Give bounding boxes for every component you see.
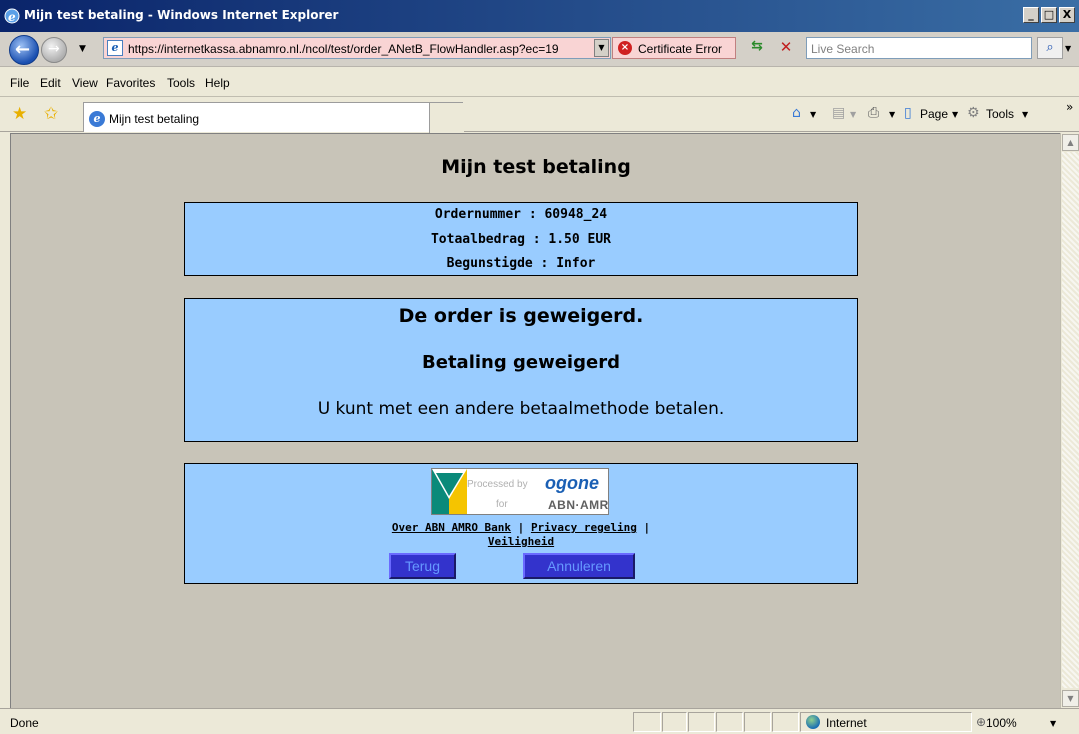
address-toolbar: ▼ e https://internetkassa.abnamro.nl./nc… <box>0 32 1079 67</box>
refresh-icon[interactable]: ⇆ <box>745 38 769 58</box>
order-beneficiary: Begunstigde : Infor <box>446 256 596 271</box>
footer-panel: Processed by ogone for ABN·AMRO Over ABN… <box>184 463 858 584</box>
back-button[interactable] <box>9 35 39 65</box>
minimize-button[interactable]: _ <box>1023 7 1039 23</box>
page-title: Mijn test betaling <box>441 156 631 178</box>
print-dropdown-icon[interactable]: ▼ <box>889 110 895 119</box>
result-heading: De order is geweigerd. <box>398 305 644 327</box>
back-link-button[interactable]: Terug <box>389 553 456 579</box>
scroll-up-icon[interactable]: ▲ <box>1062 134 1079 151</box>
close-button[interactable]: X <box>1059 7 1075 23</box>
page-viewport: Mijn test betaling Ordernummer : 60948_2… <box>10 133 1060 708</box>
internet-globe-icon <box>806 715 820 729</box>
cancel-button[interactable]: Annuleren <box>523 553 635 579</box>
security-link[interactable]: Veiligheid <box>488 535 554 548</box>
address-dropdown-icon[interactable]: ▼ <box>594 39 609 57</box>
link-separator: | <box>511 521 531 534</box>
gear-icon: ⚙ <box>967 105 980 121</box>
link-separator: | <box>636 521 651 534</box>
order-details-panel: Ordernummer : 60948_24 Totaalbedrag : 1.… <box>184 202 858 276</box>
zoom-level[interactable]: 100% <box>986 716 1017 730</box>
status-pane <box>716 712 743 732</box>
status-pane <box>662 712 687 732</box>
order-number: Ordernummer : 60948_24 <box>434 207 608 222</box>
privacy-link[interactable]: Privacy regeling <box>531 521 637 534</box>
ie-logo-icon: e <box>3 7 21 25</box>
logo-for: for <box>496 499 508 510</box>
zoom-dropdown-icon[interactable]: ▼ <box>1050 719 1056 728</box>
status-text: Done <box>10 716 39 730</box>
menu-tools[interactable]: Tools <box>167 76 195 90</box>
zoom-icon[interactable]: ⊕ <box>976 715 986 729</box>
logo-ogone: ogone <box>545 473 599 493</box>
menu-help[interactable]: Help <box>205 76 230 90</box>
status-bar: Done Internet ⊕ 100% ▼ <box>0 708 1079 734</box>
home-dropdown-icon[interactable]: ▼ <box>810 110 816 119</box>
menu-edit[interactable]: Edit <box>40 76 61 90</box>
page-dropdown-icon[interactable]: ▼ <box>952 110 958 119</box>
tab-title: Mijn test betaling <box>109 112 200 126</box>
svg-text:e: e <box>8 10 16 24</box>
menu-favorites[interactable]: Favorites <box>106 76 155 90</box>
window-title: Mijn test betaling - Windows Internet Ex… <box>24 8 339 22</box>
page-menu-icon: ▯ <box>904 105 912 121</box>
certificate-error-button[interactable]: × Certificate Error <box>612 37 736 59</box>
order-total: Totaalbedrag : 1.50 EUR <box>430 232 611 247</box>
stop-icon[interactable]: ✕ <box>775 38 797 58</box>
favorites-star-icon[interactable]: ★ <box>12 104 27 124</box>
logo-abn-amro: ABN·AMRO <box>548 498 609 512</box>
menu-view[interactable]: View <box>72 76 98 90</box>
status-pane <box>744 712 771 732</box>
tab-current[interactable]: e Mijn test betaling <box>83 102 464 133</box>
status-pane <box>772 712 799 732</box>
home-icon[interactable]: ⌂ <box>792 105 801 121</box>
new-tab-button[interactable] <box>429 103 464 133</box>
address-field[interactable]: e https://internetkassa.abnamro.nl./ncol… <box>103 37 611 59</box>
print-icon[interactable]: ⎙ <box>868 105 879 121</box>
abnamro-shield-icon <box>432 469 467 514</box>
about-abnamro-link[interactable]: Over ABN AMRO Bank <box>392 521 511 534</box>
scroll-track[interactable] <box>1062 152 1079 688</box>
page-menu[interactable]: Page <box>920 107 948 121</box>
feeds-dropdown-icon[interactable]: ▼ <box>850 110 856 119</box>
result-message: U kunt met een andere betaalmethode beta… <box>317 399 725 419</box>
chevron-more-icon[interactable]: » <box>1066 100 1073 114</box>
footer-links: Over ABN AMRO Bank | Privacy regeling | … <box>185 521 857 549</box>
security-zone: Internet <box>826 716 867 730</box>
tab-toolbar: ★ ✩ e Mijn test betaling ⌂ ▼ ▤ ▼ ⎙ ▼ ▯ P… <box>0 98 1079 133</box>
result-subheading: Betaling geweigerd <box>422 352 620 373</box>
tools-menu[interactable]: Tools <box>986 107 1014 121</box>
ogone-abnamro-logo: Processed by ogone for ABN·AMRO <box>431 468 609 515</box>
scroll-down-icon[interactable]: ▼ <box>1062 690 1079 707</box>
search-icon[interactable]: ⌕ <box>1037 37 1063 59</box>
search-options-dropdown-icon[interactable]: ▼ <box>1065 44 1071 53</box>
logo-processed-by: Processed by <box>467 479 528 490</box>
menu-bar: File Edit View Favorites Tools Help <box>0 68 1079 97</box>
window-title-bar[interactable]: e Mijn test betaling - Windows Internet … <box>0 0 1079 32</box>
menu-file[interactable]: File <box>10 76 29 90</box>
maximize-button[interactable]: □ <box>1041 7 1057 23</box>
search-placeholder: Live Search <box>811 42 875 56</box>
shield-error-icon: × <box>618 41 632 55</box>
add-favorites-icon[interactable]: ✩ <box>44 104 58 124</box>
vertical-scrollbar[interactable]: ▲ ▼ <box>1060 133 1079 708</box>
search-input[interactable]: Live Search <box>806 37 1032 59</box>
payment-result-panel: De order is geweigerd. Betaling geweiger… <box>184 298 858 442</box>
feeds-icon[interactable]: ▤ <box>832 105 845 121</box>
ie-page-icon: e <box>89 111 105 127</box>
page-icon: e <box>107 40 123 56</box>
status-pane <box>688 712 715 732</box>
status-pane <box>633 712 661 732</box>
certificate-error-label: Certificate Error <box>638 42 723 56</box>
tools-dropdown-icon[interactable]: ▼ <box>1022 110 1028 119</box>
forward-button[interactable] <box>41 37 67 63</box>
address-url[interactable]: https://internetkassa.abnamro.nl./ncol/t… <box>128 42 593 56</box>
recent-pages-dropdown-icon[interactable]: ▼ <box>79 44 86 54</box>
